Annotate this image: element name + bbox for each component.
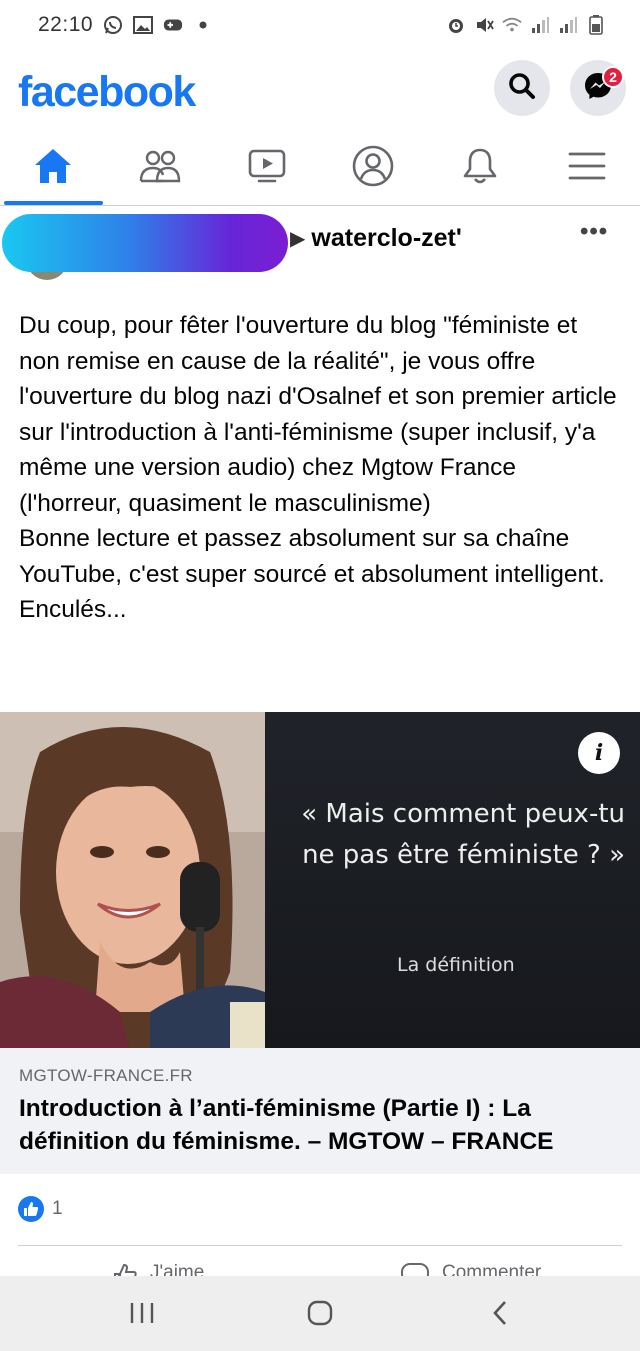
alarm-icon	[446, 15, 466, 35]
tab-home[interactable]	[0, 132, 107, 205]
battery-icon	[586, 15, 606, 35]
system-nav-bar	[0, 1276, 640, 1351]
home-circle-icon	[306, 1299, 334, 1332]
post-paragraph: Bonne lecture et passez absolument sur s…	[19, 525, 605, 588]
back-chevron-icon	[490, 1299, 510, 1332]
status-time: 22:10	[38, 13, 94, 36]
tab-profile[interactable]	[320, 132, 427, 205]
tab-watch[interactable]	[213, 132, 320, 205]
profile-icon	[352, 145, 394, 192]
menu-icon	[568, 150, 606, 187]
redacted-author-name	[2, 214, 288, 272]
arrow-right-icon: ▶	[290, 228, 306, 250]
link-preview-image[interactable]: « Mais comment peux-tu ne pas être fémin…	[0, 712, 640, 1048]
tab-friends[interactable]	[107, 132, 214, 205]
app-header: facebook 2	[0, 56, 640, 128]
woman-photo	[0, 712, 265, 1048]
like-reaction-icon	[18, 1196, 44, 1222]
link-domain: MGTOW-FRANCE.FR	[19, 1066, 193, 1085]
friends-icon	[139, 149, 181, 188]
post-paragraph: Enculés...	[19, 596, 127, 623]
search-icon	[507, 71, 537, 106]
home-icon	[33, 147, 73, 190]
status-bar: 22:10	[0, 0, 640, 50]
quote-subtitle: La définition	[397, 954, 515, 976]
group-name[interactable]: waterclo-zet'	[311, 224, 461, 253]
signal-icon	[558, 15, 578, 35]
bell-icon	[462, 146, 498, 191]
mute-icon	[474, 15, 494, 35]
link-preview-meta[interactable]: MGTOW-FRANCE.FR Introduction à l’anti-fé…	[0, 1048, 640, 1174]
dot-icon	[193, 15, 213, 35]
post-header: ▶ waterclo-zet' •••	[0, 212, 640, 292]
more-options-button[interactable]: •••	[580, 218, 608, 246]
post-author-line: ▶ waterclo-zet'	[290, 224, 462, 253]
recents-icon	[129, 1301, 155, 1330]
messenger-badge: 2	[602, 66, 624, 88]
post-text: Du coup, pour fêter l'ouverture du blog …	[19, 308, 624, 628]
signal-icon	[530, 15, 550, 35]
quote-text: « Mais comment peux-tu ne pas être fémin…	[287, 794, 637, 876]
reactions-summary[interactable]: 1	[18, 1196, 63, 1222]
gallery-icon	[133, 15, 154, 35]
wifi-icon	[502, 15, 522, 35]
back-button[interactable]	[480, 1298, 520, 1332]
recents-button[interactable]	[122, 1298, 162, 1332]
post-paragraph: Du coup, pour fêter l'ouverture du blog …	[19, 312, 617, 517]
quote-line: « Mais comment peux-tu	[301, 799, 625, 829]
search-button[interactable]	[494, 60, 550, 116]
reaction-count: 1	[52, 1198, 63, 1219]
messenger-button[interactable]: 2	[570, 60, 626, 116]
tab-menu[interactable]	[533, 132, 640, 205]
divider	[18, 1245, 622, 1246]
info-icon[interactable]: i	[578, 732, 620, 774]
quote-line: ne pas être féministe ? »	[302, 840, 625, 870]
watch-icon	[247, 148, 287, 189]
home-nav-button[interactable]	[300, 1298, 340, 1332]
main-nav-tabs	[0, 132, 640, 206]
game-icon	[163, 15, 183, 35]
whatsapp-icon	[103, 15, 123, 35]
link-title: Introduction à l’anti-féminisme (Partie …	[19, 1095, 554, 1155]
tab-notifications[interactable]	[427, 132, 534, 205]
facebook-logo[interactable]: facebook	[18, 68, 196, 117]
